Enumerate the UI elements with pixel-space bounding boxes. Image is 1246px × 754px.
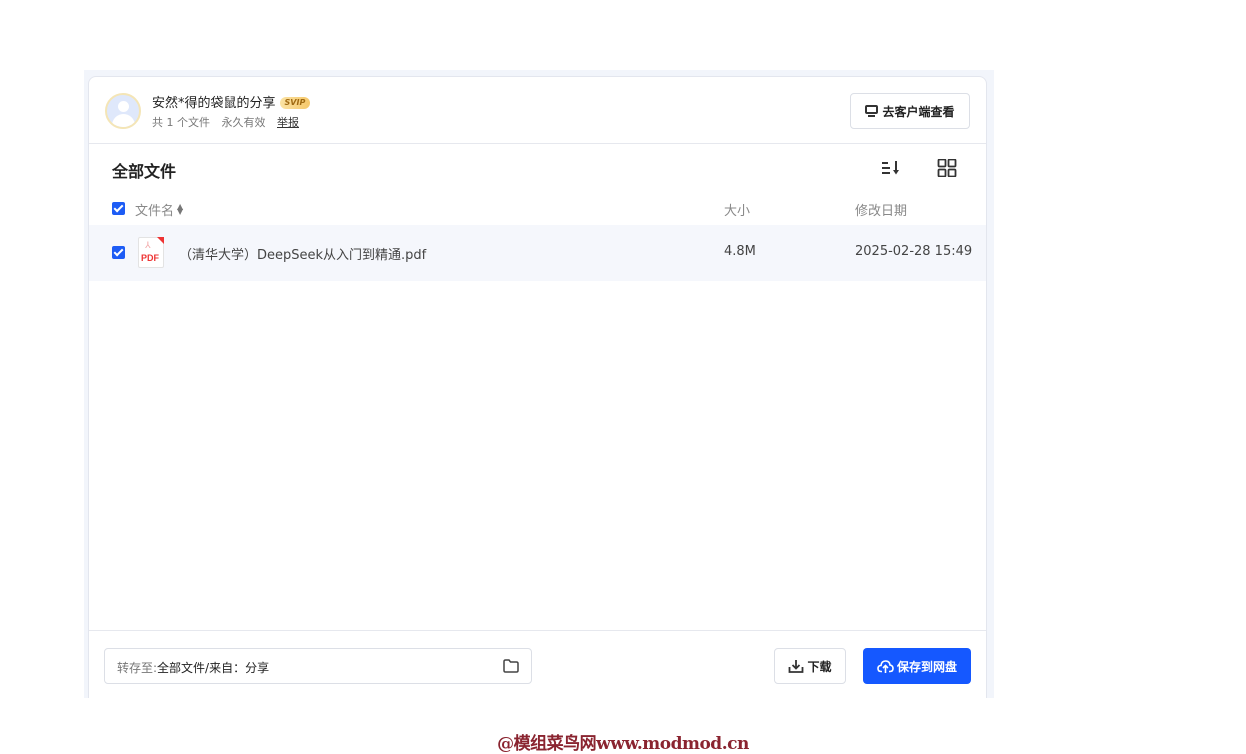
report-link[interactable]: 举报 (277, 116, 299, 129)
file-name[interactable]: （清华大学）DeepSeek从入门到精通.pdf (179, 244, 426, 263)
sharer-title: 安然*得的袋鼠的分享 SVIP (152, 92, 311, 111)
file-count: 共 1 个文件 (152, 116, 210, 129)
footer-bar: 转存至:全部文件/来自：分享 下载 保存到网盘 (89, 630, 986, 699)
open-client-button[interactable]: 去客户端查看 (850, 93, 970, 129)
download-label: 下载 (807, 659, 832, 674)
save-label: 保存到网盘 (896, 659, 957, 674)
file-modified: 2025-02-28 15:49 (855, 244, 973, 259)
save-path-selector[interactable]: 转存至:全部文件/来自：分享 (104, 648, 532, 684)
download-icon (789, 660, 804, 673)
grid-view-icon[interactable] (937, 159, 957, 177)
select-all-checkbox[interactable] (112, 202, 125, 215)
file-row[interactable]: ⅄ PDF （清华大学）DeepSeek从入门到精通.pdf 4.8M 2025… (89, 225, 986, 281)
folder-icon[interactable] (503, 659, 519, 673)
validity: 永久有效 (221, 116, 266, 129)
column-name[interactable]: 文件名 ▲ ▼ (135, 200, 184, 220)
share-meta: 共 1 个文件 永久有效 举报 (152, 114, 307, 130)
save-to-path: 全部文件/来自：分享 (157, 661, 270, 675)
file-size: 4.8M (724, 244, 756, 259)
avatar (105, 93, 141, 129)
share-card: 安然*得的袋鼠的分享 SVIP 共 1 个文件 永久有效 举报 去客户端查看 全部… (88, 76, 987, 698)
open-client-label: 去客户端查看 (882, 104, 955, 119)
column-modified: 修改日期 (855, 204, 908, 219)
sharer-name: 安然*得的袋鼠的分享 (152, 96, 276, 111)
watermark: @模组菜鸟网www.modmod.cn (497, 734, 749, 754)
cloud-upload-icon (877, 660, 894, 673)
column-size: 大小 (724, 204, 751, 219)
download-button[interactable]: 下载 (774, 648, 846, 684)
svip-badge: SVIP (279, 97, 311, 109)
save-to-label: 转存至: (117, 661, 158, 675)
save-to-drive-button[interactable]: 保存到网盘 (863, 648, 971, 684)
sort-arrows-icon: ▲ ▼ (177, 202, 184, 216)
sort-icon[interactable] (881, 159, 901, 177)
monitor-icon (865, 105, 879, 117)
section-title: 全部文件 (112, 162, 177, 181)
file-checkbox[interactable] (112, 246, 125, 259)
share-header: 安然*得的袋鼠的分享 SVIP 共 1 个文件 永久有效 举报 去客户端查看 (89, 77, 986, 144)
pdf-file-icon: ⅄ PDF (138, 237, 164, 268)
column-name-label: 文件名 (135, 204, 175, 219)
